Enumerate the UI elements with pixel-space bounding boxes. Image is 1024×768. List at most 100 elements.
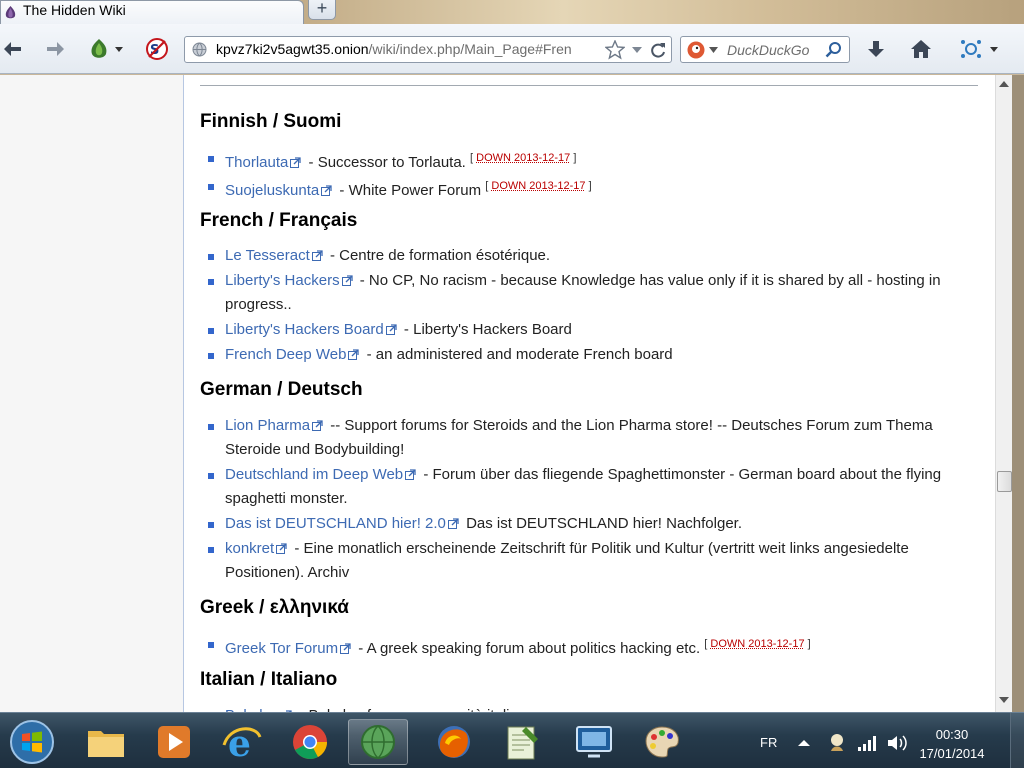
scrollbar-thumb[interactable]: [997, 471, 1012, 492]
url-path: /wiki/index.php/Main_Page#Fren: [369, 41, 572, 57]
new-tab-button[interactable]: +: [308, 0, 336, 20]
taskbar-internet-explorer[interactable]: e: [212, 719, 272, 765]
external-link[interactable]: Suojeluskunta: [225, 182, 319, 199]
down-status-link[interactable]: DOWN 2013-12-17: [476, 152, 570, 164]
windows-taskbar: e FR 00:30 17/01/2014: [0, 712, 1024, 768]
external-link[interactable]: Lion Pharma: [225, 417, 310, 434]
paint-palette-icon: [642, 723, 682, 761]
forward-arrow-icon: [45, 39, 65, 59]
taskbar-notepad[interactable]: [492, 719, 552, 765]
list-item-text: Babylon - Babylon forum e comunità itali…: [225, 704, 975, 712]
section-heading: French / Français: [200, 210, 357, 232]
tab-strip: The Hidden Wiki +: [0, 0, 1024, 24]
list-item-text: Liberty's Hackers - No CP, No racism - b…: [225, 269, 975, 317]
network-signal-icon[interactable]: [858, 735, 876, 751]
down-status-link[interactable]: DOWN 2013-12-17: [710, 638, 804, 650]
vertical-scrollbar[interactable]: [995, 75, 1012, 712]
external-link[interactable]: Le Tesseract: [225, 247, 310, 264]
system-clock[interactable]: 00:30 17/01/2014: [917, 725, 987, 763]
link-description: - A greek speaking forum about politics …: [354, 640, 704, 657]
forward-button[interactable]: [44, 36, 66, 62]
back-arrow-icon: [3, 39, 23, 59]
section-heading: Finnish / Suomi: [200, 111, 341, 133]
tray-app-icon[interactable]: [828, 733, 846, 753]
url-text: kpvz7ki2v5agwt35.onion/wiki/index.php/Ma…: [216, 41, 600, 57]
addon-button[interactable]: [958, 36, 1002, 62]
list-item-text: Le Tesseract - Centre de formation ésoté…: [225, 244, 975, 268]
url-host: kpvz7ki2v5agwt35.onion: [216, 41, 369, 57]
external-link-icon: [321, 180, 332, 191]
globe-icon: [192, 42, 207, 57]
volume-icon[interactable]: [886, 733, 908, 753]
external-link-icon: [448, 513, 459, 524]
search-engine-dropdown-icon[interactable]: [709, 46, 718, 54]
taskbar-explorer[interactable]: [76, 719, 136, 765]
bullet-icon: [208, 184, 214, 190]
external-link[interactable]: Deutschland im Deep Web: [225, 466, 403, 483]
duckduckgo-icon: [687, 41, 705, 59]
list-item-text: Liberty's Hackers Board - Liberty's Hack…: [225, 318, 975, 342]
bookmark-star-icon[interactable]: [605, 40, 625, 60]
badge-close-bracket: ]: [573, 152, 576, 164]
list-item-text: konkret - Eine monatlich erscheinende Ze…: [225, 537, 975, 585]
link-description: - Eine monatlich erscheinende Zeitschrif…: [225, 540, 909, 581]
reload-icon[interactable]: [649, 40, 667, 60]
show-desktop-button[interactable]: [1010, 713, 1024, 768]
scroll-up-icon[interactable]: [999, 81, 1009, 88]
external-link[interactable]: Thorlauta: [225, 154, 288, 171]
external-link[interactable]: Das ist DEUTSCHLAND hier! 2.0: [225, 515, 446, 532]
section-heading: Greek / ελληνικά: [200, 597, 349, 619]
list-item-text: Das ist DEUTSCHLAND hier! 2.0 Das ist DE…: [225, 512, 975, 536]
list-item-text: Lion Pharma -- Support forums for Steroi…: [225, 414, 975, 462]
url-bar[interactable]: kpvz7ki2v5agwt35.onion/wiki/index.php/Ma…: [184, 36, 672, 63]
history-dropdown-icon[interactable]: [631, 40, 643, 60]
external-link-icon: [290, 152, 301, 163]
taskbar-chrome[interactable]: [280, 719, 340, 765]
tor-globe-icon: [359, 723, 397, 761]
scroll-down-icon[interactable]: [999, 697, 1009, 704]
link-description: Das ist DEUTSCHLAND hier! Nachfolger.: [462, 515, 742, 532]
monitor-icon: [574, 724, 614, 760]
link-description: - Liberty's Hackers Board: [400, 321, 572, 338]
taskbar-firefox[interactable]: [424, 719, 484, 765]
internet-explorer-icon: e: [222, 723, 262, 761]
clock-date: 17/01/2014: [917, 744, 987, 763]
windows-start-orb-icon: [9, 719, 55, 765]
bullet-icon: [208, 353, 214, 359]
link-description: - Centre de formation ésotérique.: [326, 247, 550, 264]
page-content: Finnish / Suomi Thorlauta - Successor to …: [183, 75, 995, 712]
noscript-button[interactable]: S: [144, 36, 170, 62]
home-button[interactable]: [908, 36, 934, 62]
bullet-icon: [208, 328, 214, 334]
badge-open-bracket: [: [704, 638, 707, 650]
back-button[interactable]: [2, 36, 24, 62]
tor-button[interactable]: [86, 36, 126, 62]
onion-icon: [4, 5, 17, 20]
external-link[interactable]: Greek Tor Forum: [225, 640, 338, 657]
taskbar-tor-browser[interactable]: [348, 719, 408, 765]
tray-expand-icon[interactable]: [798, 739, 810, 747]
down-status-link[interactable]: DOWN 2013-12-17: [491, 180, 585, 192]
taskbar-paint[interactable]: [632, 719, 692, 765]
tab-the-hidden-wiki[interactable]: The Hidden Wiki: [0, 0, 304, 24]
link-description: - White Power Forum: [335, 182, 485, 199]
link-description: -- Support forums for Steroids and the L…: [225, 417, 933, 458]
external-link[interactable]: konkret: [225, 540, 274, 557]
downloads-button[interactable]: [864, 36, 888, 62]
search-bar[interactable]: DuckDuckGo: [680, 36, 850, 63]
search-magnifier-icon[interactable]: [825, 41, 843, 59]
start-button[interactable]: [4, 719, 60, 765]
external-link-icon: [405, 464, 416, 475]
external-link-icon: [386, 319, 397, 330]
external-link[interactable]: Liberty's Hackers: [225, 272, 340, 289]
badge-open-bracket: [: [485, 180, 488, 192]
notepad-icon: [504, 723, 540, 761]
section-divider: [200, 85, 978, 86]
language-indicator[interactable]: FR: [760, 735, 777, 750]
media-player-icon: [156, 724, 192, 760]
external-link-icon: [281, 705, 292, 712]
taskbar-media-player[interactable]: [144, 719, 204, 765]
external-link[interactable]: Liberty's Hackers Board: [225, 321, 384, 338]
taskbar-remote-desktop[interactable]: [564, 719, 624, 765]
external-link[interactable]: French Deep Web: [225, 346, 346, 363]
